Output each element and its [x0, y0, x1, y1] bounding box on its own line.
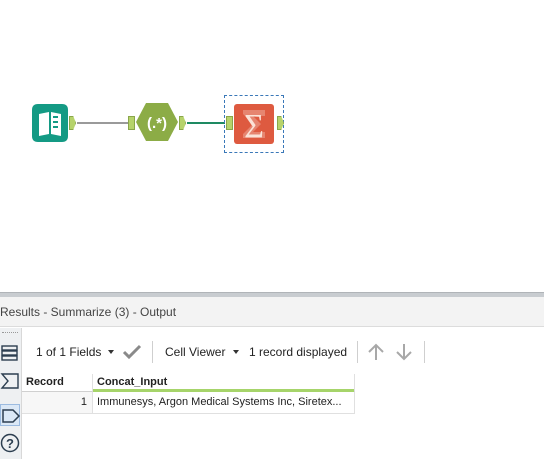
fields-dropdown[interactable]: 1 of 1 Fields: [22, 328, 120, 374]
connection-line[interactable]: [187, 122, 225, 124]
cell-viewer-label: Cell Viewer: [165, 345, 226, 359]
connection-line[interactable]: [77, 122, 128, 124]
results-side-toolbar: ?: [0, 328, 22, 459]
table-view-button[interactable]: [0, 342, 20, 364]
regex-glyph: (.*): [147, 115, 167, 132]
book-icon: [32, 104, 68, 142]
column-header-label: Record: [26, 376, 64, 388]
output-anchor-button[interactable]: [0, 404, 21, 426]
chevron-down-icon: [108, 350, 114, 354]
sigma-icon: Σ: [234, 104, 274, 145]
help-icon: ?: [0, 433, 20, 453]
column-header-label: Concat_Input: [97, 376, 168, 388]
sigma-glyph: Σ: [244, 108, 264, 144]
fields-dropdown-label: 1 of 1 Fields: [36, 345, 102, 359]
arrow-up-icon: [368, 343, 384, 360]
column-header-concat-input[interactable]: Concat_Input: [93, 374, 355, 392]
regex-output-anchor[interactable]: [179, 116, 186, 130]
summarize-view-button[interactable]: [0, 370, 20, 392]
arrow-down-icon: [396, 344, 412, 361]
toolbar-divider: [357, 341, 358, 363]
regex-tool[interactable]: (.*): [136, 102, 178, 142]
sigma-outline-icon: [0, 373, 19, 389]
results-grid: Record Concat_Input 1 Immunesys, Argon M…: [22, 374, 355, 414]
column-header-record[interactable]: Record: [22, 374, 93, 392]
toolbar-divider: [424, 341, 425, 363]
checkmark-icon: [122, 344, 142, 360]
input-output-anchor[interactable]: [69, 116, 76, 130]
chevron-down-icon: [233, 350, 239, 354]
table-icon: [1, 345, 18, 361]
svg-text:?: ?: [6, 436, 14, 451]
apply-fields-button[interactable]: [121, 342, 143, 362]
records-status: 1 record displayed: [249, 345, 348, 359]
scroll-up-button[interactable]: [365, 342, 387, 362]
regex-input-anchor[interactable]: [128, 116, 135, 130]
summarize-tool[interactable]: Σ: [234, 104, 274, 145]
help-button[interactable]: ?: [0, 432, 20, 454]
results-title: Results - Summarize (3) - Output: [0, 305, 177, 319]
results-title-bar: Results - Summarize (3) - Output: [0, 297, 544, 327]
table-cell-concat-input[interactable]: Immunesys, Argon Medical Systems Inc, Si…: [93, 392, 355, 414]
workflow-canvas[interactable]: (.*) Σ: [0, 0, 544, 292]
cell-value: Immunesys, Argon Medical Systems Inc, Si…: [97, 396, 342, 408]
grip-handle[interactable]: [2, 332, 18, 336]
toolbar-divider: [152, 341, 153, 363]
scroll-down-button[interactable]: [393, 342, 415, 362]
tag-icon: [2, 409, 21, 423]
input-data-tool[interactable]: [32, 104, 68, 142]
record-number: 1: [80, 396, 87, 408]
cell-viewer-dropdown[interactable]: Cell Viewer: [157, 328, 242, 374]
regex-hexagon-icon: (.*): [136, 103, 178, 141]
results-toolbar: 1 of 1 Fields Cell Viewer 1 record displ…: [22, 328, 544, 374]
table-cell-record[interactable]: 1: [22, 392, 93, 414]
